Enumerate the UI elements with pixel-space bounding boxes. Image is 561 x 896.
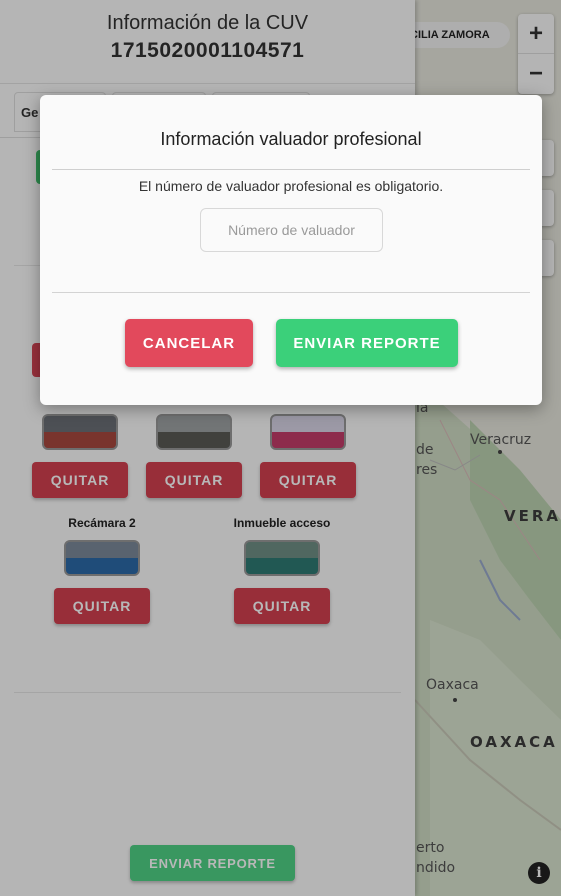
modal-send-report-button[interactable]: ENVIAR REPORTE xyxy=(276,319,458,367)
appraiser-number-input[interactable] xyxy=(200,208,383,252)
cancel-button[interactable]: CANCELAR xyxy=(125,319,253,367)
appraiser-modal: Información valuador profesional El núme… xyxy=(40,95,542,405)
modal-message: El número de valuador profesional es obl… xyxy=(138,178,444,194)
modal-title: Información valuador profesional xyxy=(160,129,422,149)
modal-divider xyxy=(52,292,530,293)
modal-divider xyxy=(52,169,530,170)
